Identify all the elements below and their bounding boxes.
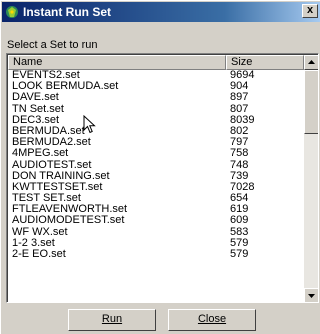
set-size: 807 [230,102,249,115]
set-size: 897 [230,91,249,104]
list-item[interactable]: AUDIOTEST.set 748 [8,158,304,171]
set-name: AUDIOMODETEST.set [12,214,125,227]
list-item[interactable]: 2-E EO.set 579 [8,249,304,260]
window-title: Instant Run Set [23,5,112,19]
column-header-name[interactable]: Name [8,55,226,70]
arrow-up-icon [308,60,315,64]
app-icon [6,6,18,18]
list-item[interactable]: AUDIOMODETEST.set 609 [8,215,304,226]
instruction-label: Select a Set to run [7,39,98,51]
set-name: DAVE.set [12,91,59,104]
set-name: 4MPEG.set [12,147,69,160]
title-bar[interactable]: Instant Run Set x [2,2,320,22]
set-name: AUDIOTEST.set [12,158,92,171]
set-size: 758 [230,147,249,160]
vertical-scrollbar[interactable] [304,55,318,302]
scroll-thumb[interactable] [304,70,318,134]
list-item[interactable]: 4MPEG.set 758 [8,148,304,159]
set-size: 579 [230,248,249,260]
close-button[interactable]: Close [168,309,256,331]
close-window-button[interactable]: x [302,4,318,18]
list-item[interactable]: DAVE.set 897 [8,92,304,103]
arrow-cursor-icon [83,115,96,134]
run-button[interactable]: Run [68,309,156,331]
list-rows: EVENTS2.set 9694 LOOK BERMUDA.set 904 DAVE.s… [8,70,304,260]
set-size: 748 [230,158,249,171]
run-button-label: Run [101,313,123,325]
scroll-down-button[interactable] [304,288,318,302]
set-name: TN Set.set [12,102,64,115]
arrow-down-icon [308,294,315,298]
set-name: WF WX.set [12,225,68,238]
close-button-label: Close [197,313,227,325]
list-header: Name Size [8,55,304,70]
scroll-up-button[interactable] [304,55,318,70]
set-size: 609 [230,214,249,227]
set-size: 583 [230,225,249,238]
set-name: 2-E EO.set [12,248,66,260]
sets-list[interactable]: Name Size EVENTS2.set 9694 LOOK BERMUDA.se… [6,53,319,303]
instant-run-set-dialog: Instant Run Set x Select a Set to run Na… [0,0,320,334]
column-header-size[interactable]: Size [226,55,304,70]
